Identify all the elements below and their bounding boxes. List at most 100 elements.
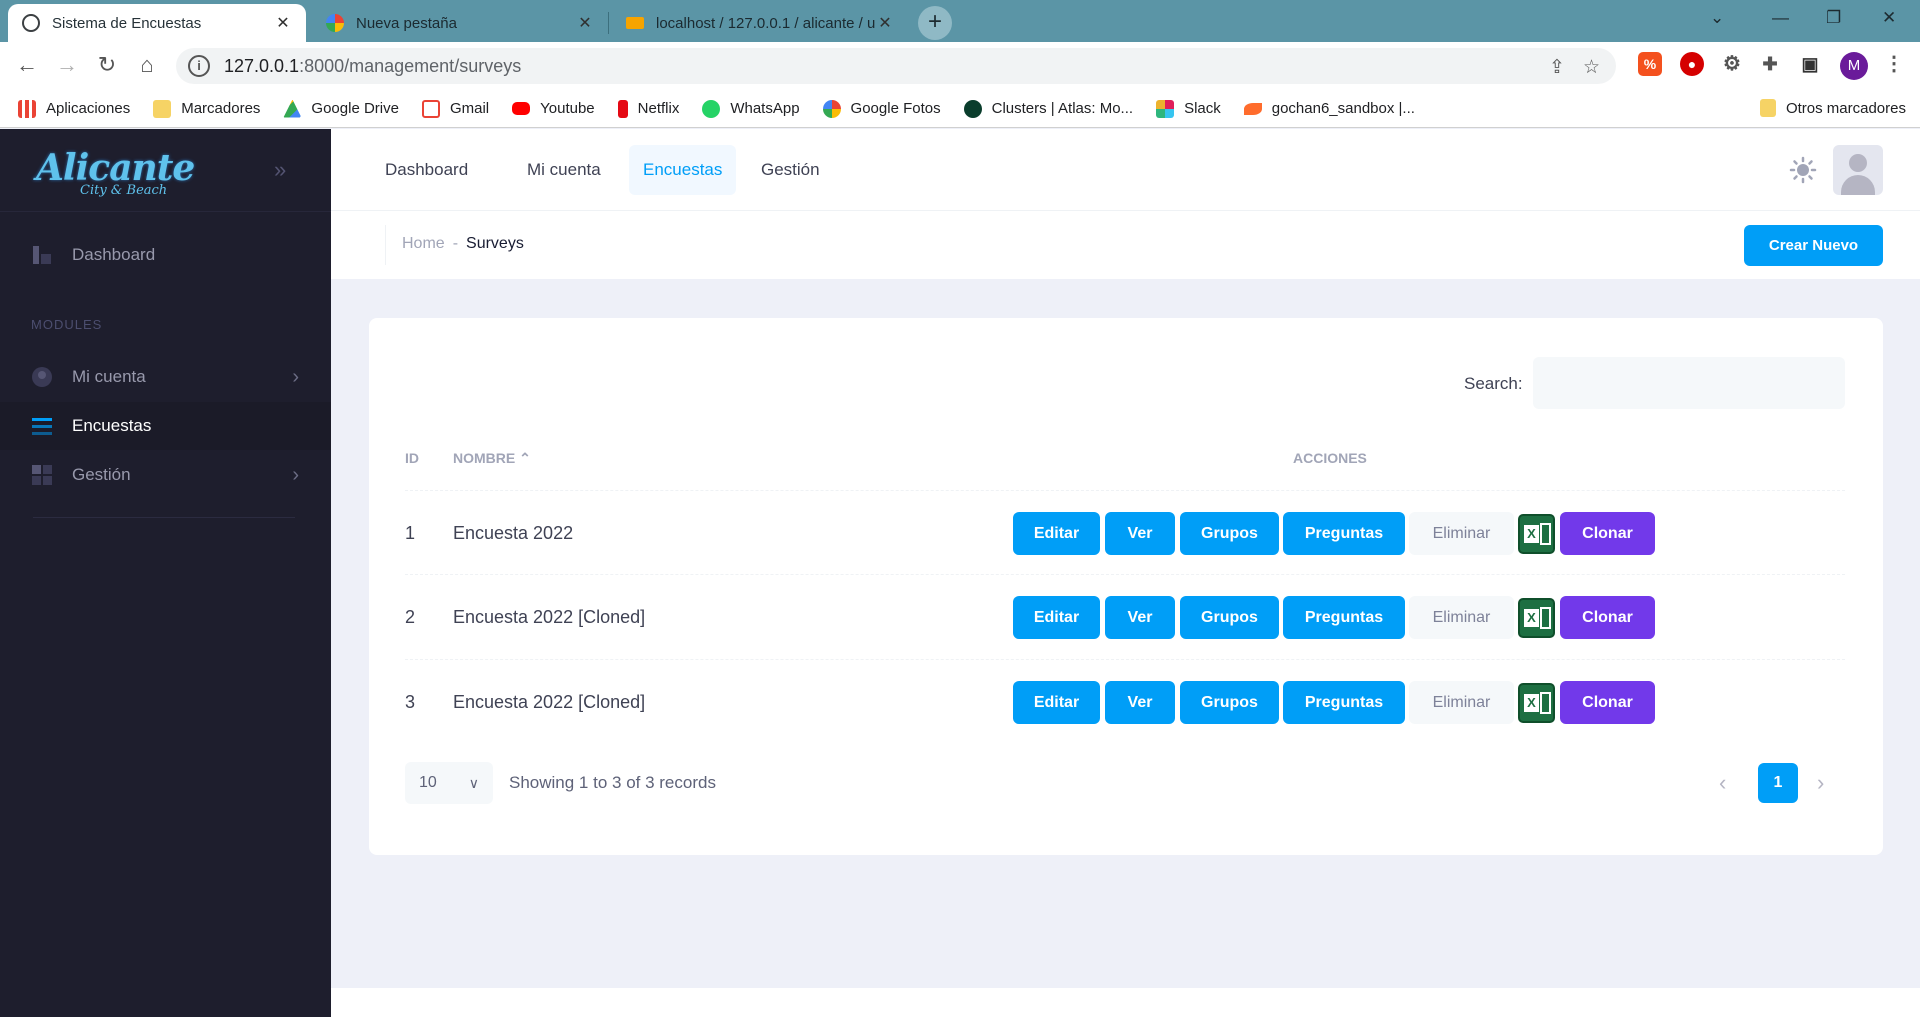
edit-button[interactable]: Editar [1013, 681, 1100, 724]
row-id: 3 [405, 692, 416, 712]
extension-translate-icon[interactable]: % [1638, 52, 1662, 76]
breadcrumb: Home - Surveys [402, 235, 524, 252]
clone-button[interactable]: Clonar [1560, 596, 1655, 639]
records-info: Showing 1 to 3 of 3 records [509, 773, 716, 792]
sidebar-item-mi-cuenta[interactable]: Mi cuenta › [0, 353, 331, 401]
grid-icon [31, 464, 53, 486]
home-icon[interactable]: ⌂ [132, 52, 162, 78]
topnav-encuestas[interactable]: Encuestas [629, 145, 737, 195]
bookmark-cpanel[interactable]: gochan6_sandbox |... [1243, 100, 1415, 117]
site-info-icon[interactable]: i [188, 55, 210, 77]
bookmark-netflix[interactable]: Netflix [617, 99, 679, 118]
tab-search-icon[interactable]: ⌄ [1710, 8, 1724, 28]
topnav-mi-cuenta[interactable]: Mi cuenta [513, 145, 615, 195]
mongodb-leaf-icon [963, 99, 982, 118]
column-header-nombre[interactable]: NOMBRE ⌃ [453, 450, 531, 467]
edit-button[interactable]: Editar [1013, 596, 1100, 639]
bookmark-atlas[interactable]: Clusters | Atlas: Mo... [963, 99, 1133, 118]
list-icon [31, 415, 53, 437]
topnav-gestion[interactable]: Gestión [747, 145, 834, 195]
create-new-button[interactable]: Crear Nuevo [1744, 225, 1883, 266]
pagination-next-icon[interactable]: › [1817, 770, 1824, 796]
close-window-icon[interactable]: ✕ [1882, 8, 1896, 28]
excel-icon[interactable]: X [1518, 683, 1555, 723]
groups-button[interactable]: Grupos [1180, 512, 1279, 555]
topnav-dashboard[interactable]: Dashboard [371, 145, 482, 195]
sort-ascending-icon: ⌃ [519, 450, 531, 466]
browser-tab-strip: Sistema de Encuestas ✕ Nueva pestaña ✕ l… [0, 0, 1920, 42]
bookmark-youtube[interactable]: Youtube [512, 100, 595, 117]
clone-button[interactable]: Clonar [1560, 681, 1655, 724]
groups-button[interactable]: Grupos [1180, 596, 1279, 639]
netflix-icon [617, 99, 628, 118]
google-photos-icon [822, 99, 841, 118]
cpanel-icon [1243, 102, 1262, 115]
bookmark-folder-marcadores[interactable]: Marcadores [153, 99, 260, 118]
row-name: Encuesta 2022 [453, 523, 574, 543]
search-label: Search: [1464, 374, 1523, 393]
column-header-acciones: ACCIONES [1293, 450, 1367, 466]
delete-button[interactable]: Eliminar [1409, 596, 1514, 639]
sidebar-item-gestion[interactable]: Gestión › [0, 451, 331, 499]
clone-button[interactable]: Clonar [1560, 512, 1655, 555]
logo[interactable]: Alicante City & Beach [36, 147, 195, 198]
browser-menu-icon[interactable]: ⋮ [1882, 52, 1906, 76]
edit-button[interactable]: Editar [1013, 512, 1100, 555]
youtube-icon [512, 102, 531, 115]
close-tab-icon[interactable]: ✕ [876, 13, 894, 33]
browser-tab-phpmyadmin[interactable]: localhost / 127.0.0.1 / alicante / u ✕ [612, 4, 908, 42]
address-bar-row: ← → ↻ ⌂ i 127.0.0.1:8000/management/surv… [0, 42, 1920, 90]
delete-button[interactable]: Eliminar [1409, 512, 1514, 555]
close-tab-icon[interactable]: ✕ [274, 13, 292, 33]
view-button[interactable]: Ver [1105, 681, 1175, 724]
questions-button[interactable]: Preguntas [1283, 681, 1405, 724]
reload-icon[interactable]: ↻ [92, 52, 122, 78]
forward-icon[interactable]: → [52, 52, 82, 78]
questions-button[interactable]: Preguntas [1283, 512, 1405, 555]
sun-icon[interactable] [1789, 156, 1817, 184]
view-button[interactable]: Ver [1105, 596, 1175, 639]
delete-button[interactable]: Eliminar [1409, 681, 1514, 724]
share-icon[interactable]: ⇪ [1549, 56, 1565, 79]
bookmark-folder-otros[interactable]: Otros marcadores [1759, 99, 1906, 117]
bookmark-slack[interactable]: Slack [1156, 99, 1221, 118]
bookmark-star-icon[interactable]: ☆ [1583, 56, 1600, 79]
pagination-prev-icon[interactable]: ‹ [1719, 770, 1726, 796]
bookmark-google-drive[interactable]: Google Drive [283, 99, 399, 118]
side-panel-icon[interactable]: ▣ [1798, 52, 1822, 76]
questions-button[interactable]: Preguntas [1283, 596, 1405, 639]
new-tab-button[interactable]: + [918, 6, 952, 40]
page-size-select[interactable]: 10 ∨ [405, 762, 493, 804]
sidebar-item-dashboard[interactable]: Dashboard [0, 231, 331, 279]
pagination-page-current[interactable]: 1 [1758, 763, 1798, 803]
extension-adblock-icon[interactable]: ● [1680, 52, 1704, 76]
browser-tab-surveys[interactable]: Sistema de Encuestas ✕ [8, 4, 306, 42]
gmail-icon [421, 99, 440, 118]
excel-icon[interactable]: X [1518, 598, 1555, 638]
whatsapp-icon [702, 99, 721, 118]
url-input[interactable]: i 127.0.0.1:8000/management/surveys ⇪ ☆ [176, 48, 1616, 84]
row-name: Encuesta 2022 [Cloned] [453, 692, 646, 712]
bookmark-gmail[interactable]: Gmail [421, 99, 489, 118]
back-icon[interactable]: ← [12, 52, 42, 78]
view-button[interactable]: Ver [1105, 512, 1175, 555]
extensions-puzzle-icon[interactable]: ✚ [1758, 52, 1782, 76]
column-header-id[interactable]: ID [405, 450, 419, 466]
sidebar-toggle-icon[interactable]: » [274, 157, 286, 183]
excel-icon[interactable]: X [1518, 514, 1555, 554]
browser-tab-new[interactable]: Nueva pestaña ✕ [312, 4, 608, 42]
breadcrumb-home[interactable]: Home [402, 235, 445, 252]
restore-icon[interactable]: ❐ [1826, 8, 1841, 28]
groups-button[interactable]: Grupos [1180, 681, 1279, 724]
search-input[interactable] [1533, 357, 1845, 409]
profile-avatar[interactable]: M [1840, 52, 1868, 80]
row-id: 1 [405, 523, 416, 543]
bookmark-whatsapp[interactable]: WhatsApp [702, 99, 800, 118]
close-tab-icon[interactable]: ✕ [576, 13, 594, 33]
bookmark-google-fotos[interactable]: Google Fotos [822, 99, 941, 118]
user-avatar[interactable] [1833, 145, 1883, 195]
bookmark-apps[interactable]: Aplicaciones [18, 99, 130, 118]
minimize-icon[interactable]: — [1772, 8, 1789, 28]
extension-gear-icon[interactable]: ⚙ [1720, 52, 1744, 76]
sidebar-item-encuestas[interactable]: Encuestas [0, 402, 331, 450]
